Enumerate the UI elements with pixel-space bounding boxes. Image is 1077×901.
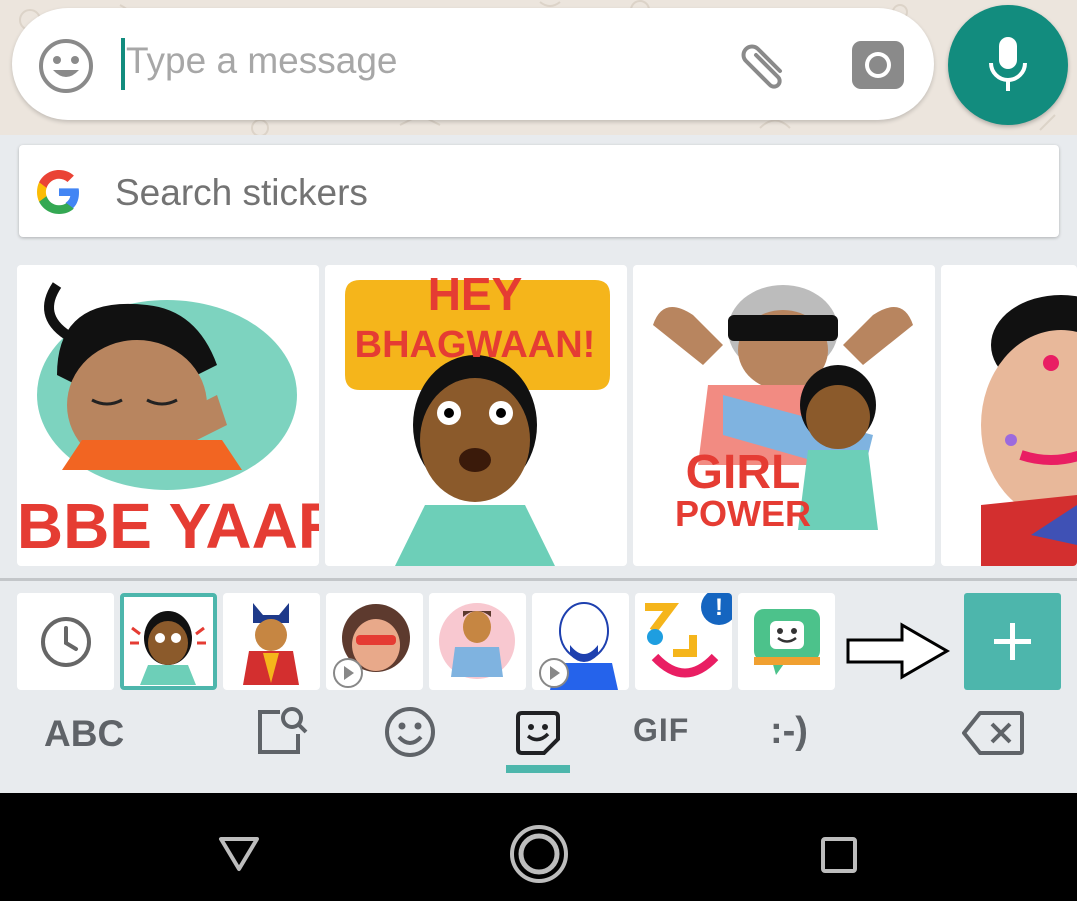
sticker-girl-power[interactable]: GIRL POWER — [633, 265, 935, 566]
sticker-caption: GIRL POWER — [675, 446, 811, 534]
sticker-pack-woman-tab[interactable] — [326, 593, 423, 690]
emoji-icon[interactable] — [37, 37, 95, 95]
backspace-icon[interactable] — [962, 710, 1024, 756]
add-sticker-pack-button[interactable] — [964, 593, 1061, 690]
bitmoji-icon — [754, 609, 820, 675]
recent-stickers-tab[interactable] — [17, 593, 114, 690]
recent-icon — [41, 617, 91, 667]
back-icon[interactable] — [218, 836, 260, 872]
sticker-search-placeholder[interactable]: Search stickers — [115, 172, 368, 214]
emoticon-tab[interactable]: :-) — [770, 710, 808, 753]
active-tab-indicator — [506, 765, 570, 773]
abc-keyboard-button[interactable]: ABC — [44, 713, 124, 755]
sticker-search-icon[interactable] — [254, 704, 310, 760]
svg-text:ABBE YAAR!: ABBE YAAR! — [17, 490, 319, 562]
mic-button[interactable] — [948, 5, 1068, 125]
bitmoji-tab[interactable] — [738, 593, 835, 690]
sticker-hey-bhagwaan[interactable]: HEY BHAGWAAN! — [325, 265, 627, 566]
recents-icon[interactable] — [820, 836, 858, 874]
svg-text:BHAGWAAN!: BHAGWAAN! — [355, 324, 596, 366]
text-cursor — [121, 38, 125, 90]
sticker-pack-hey-thumb — [130, 611, 206, 685]
home-icon[interactable] — [509, 824, 569, 884]
mic-icon — [989, 37, 1027, 91]
gif-tab[interactable]: GIF — [633, 712, 689, 749]
plus-icon — [994, 623, 1031, 660]
paperclip-icon[interactable] — [736, 37, 796, 95]
sticker-pack-man-tab[interactable] — [429, 593, 526, 690]
svg-text:POWER: POWER — [675, 493, 811, 534]
sticker-image — [981, 295, 1077, 566]
camera-icon[interactable] — [851, 40, 905, 90]
sticker-pack-new-tab[interactable]: ! — [635, 593, 732, 690]
arrow-right-icon — [846, 622, 950, 680]
tray-divider — [0, 578, 1077, 581]
sticker-woman-partial[interactable] — [941, 265, 1077, 566]
svg-text:!: ! — [715, 594, 723, 621]
emoji-tab-icon[interactable] — [383, 705, 437, 759]
message-input-placeholder[interactable]: Type a message — [126, 40, 397, 82]
svg-text:HEY: HEY — [428, 268, 523, 320]
sticker-pack-royal-thumb — [243, 603, 299, 685]
sticker-caption: HEY BHAGWAAN! — [355, 268, 596, 366]
sticker-pack-royal-tab[interactable] — [223, 593, 320, 690]
sticker-pack-hey-tab[interactable] — [120, 593, 217, 690]
sticker-abbe-yaar[interactable]: ABBE YAAR! — [17, 265, 319, 566]
google-g-icon — [37, 170, 79, 214]
sticker-pack-bald-tab[interactable] — [532, 593, 629, 690]
sticker-tab-icon[interactable] — [514, 709, 562, 757]
sticker-pack-new-thumb: ! — [645, 593, 732, 678]
svg-text:GIRL: GIRL — [686, 446, 801, 499]
sticker-caption: ABBE YAAR! — [17, 490, 319, 562]
sticker-pack-woman-thumb — [333, 604, 410, 688]
sticker-pack-bald-thumb — [539, 602, 618, 690]
sticker-pack-man-thumb — [439, 603, 515, 679]
